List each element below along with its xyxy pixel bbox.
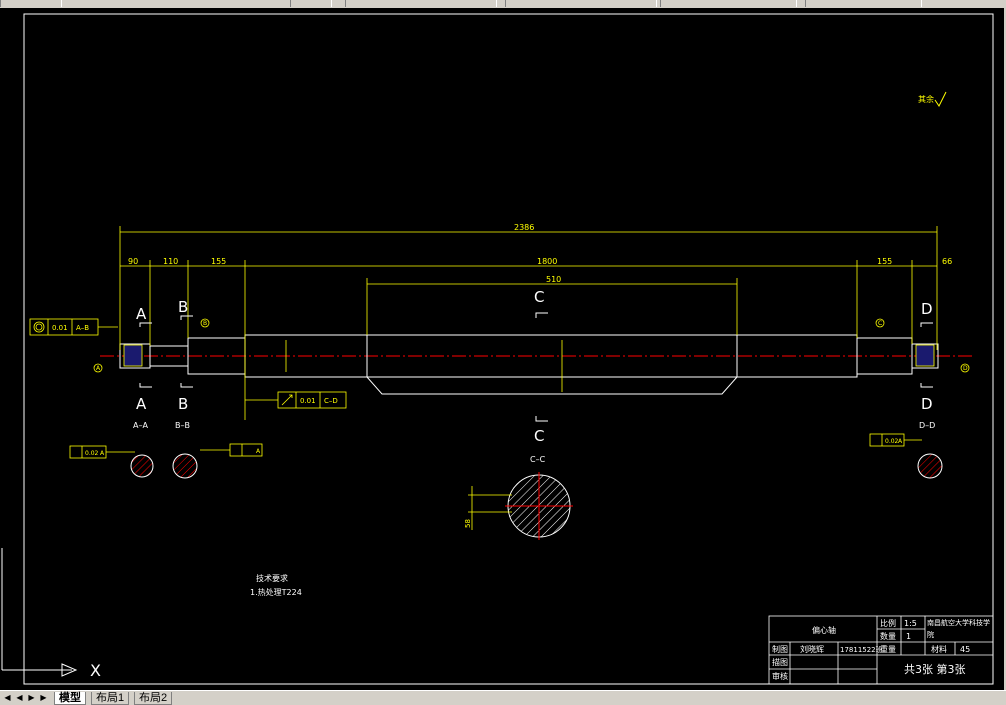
dim-66: 66 bbox=[942, 257, 952, 266]
ucs-x-label: X bbox=[90, 661, 101, 680]
keyway-right bbox=[915, 344, 935, 367]
section-d-bottom: D bbox=[921, 395, 933, 413]
prev-tab-button[interactable]: ◀ bbox=[14, 692, 25, 703]
tb-qty-label: 数量 bbox=[880, 631, 896, 641]
dim-overall: 2386 bbox=[514, 223, 534, 232]
first-tab-button[interactable]: ◀ bbox=[2, 692, 13, 703]
datum-c-letter: C bbox=[878, 320, 882, 327]
dim-90: 90 bbox=[128, 257, 138, 266]
toolbar-segment[interactable] bbox=[345, 0, 497, 7]
dim-155-left: 155 bbox=[211, 257, 226, 266]
toolbar-segment[interactable] bbox=[505, 0, 657, 7]
section-b-bottom: B bbox=[178, 395, 188, 413]
sym-mid-datum: A bbox=[256, 448, 261, 455]
tb-designer-label: 描图 bbox=[772, 657, 788, 667]
dim-155-right: 155 bbox=[877, 257, 892, 266]
tb-school-wrap: 南昌航空大学科技学院 bbox=[927, 619, 990, 639]
sym-right-datum: A bbox=[898, 438, 903, 445]
tb-scale-label: 比例 bbox=[880, 618, 896, 628]
tb-student-id: 17811522班 bbox=[840, 645, 883, 654]
tab-layout-2[interactable]: 布局2 bbox=[134, 692, 173, 705]
tb-drafter-label: 制图 bbox=[772, 644, 788, 654]
tb-school: 南昌航空大学科技学院 bbox=[927, 619, 990, 639]
next-tab-button[interactable]: ▶ bbox=[26, 692, 37, 703]
sym-left-value: 0.02 bbox=[85, 450, 99, 457]
dim-510: 510 bbox=[546, 275, 561, 284]
sym-right-value: 0.02 bbox=[885, 438, 899, 445]
tb-material-label: 材料 bbox=[931, 644, 947, 654]
roughness-symbol bbox=[934, 91, 947, 107]
runout-datum: C–D bbox=[324, 397, 338, 405]
cylindricity-frame bbox=[29, 318, 118, 336]
tb-qty-value: 1 bbox=[906, 632, 911, 641]
section-a-top: A bbox=[136, 305, 147, 323]
dim-58-lines bbox=[468, 486, 512, 530]
section-aa-circle bbox=[130, 454, 154, 478]
sym-left-datum: A bbox=[100, 450, 105, 457]
section-c-bottom: C bbox=[534, 427, 544, 445]
layout-tab-bar: ◀ ◀ ▶ ▶ 模型 布局1 布局2 bbox=[0, 690, 1006, 705]
dim-110: 110 bbox=[163, 257, 178, 266]
runout-value: 0.01 bbox=[300, 397, 316, 405]
toolbar-segment[interactable] bbox=[805, 0, 922, 7]
ucs-icon bbox=[1, 548, 78, 677]
last-tab-button[interactable]: ▶ bbox=[38, 692, 49, 703]
tab-model[interactable]: 模型 bbox=[54, 692, 86, 705]
view-bb-label: B–B bbox=[175, 421, 190, 430]
tb-scale-value: 1:5 bbox=[904, 619, 917, 628]
cyl-value: 0.01 bbox=[52, 324, 68, 332]
section-a-bottom: A bbox=[136, 395, 147, 413]
dim-58: 58 bbox=[464, 519, 472, 528]
tb-reviewer-label: 审核 bbox=[772, 671, 788, 681]
roughness-note: 其余 bbox=[918, 94, 934, 104]
tab-layout-1[interactable]: 布局1 bbox=[91, 692, 130, 705]
tb-part-name: 偏心轴 bbox=[812, 625, 836, 635]
tb-drafter-name: 刘晓辉 bbox=[800, 644, 824, 654]
section-c-top: C bbox=[534, 288, 544, 306]
view-cc-label: C–C bbox=[530, 455, 546, 464]
section-arrows bbox=[139, 312, 933, 422]
view-dd-label: D–D bbox=[919, 421, 935, 430]
notes-item-1: 1.热处理T224 bbox=[250, 587, 302, 597]
cyl-datum: A–B bbox=[76, 324, 89, 332]
toolbar-segment[interactable] bbox=[290, 0, 332, 7]
notes-heading: 技术要求 bbox=[256, 573, 288, 583]
toolbar-segment[interactable] bbox=[660, 0, 797, 7]
section-b-top: B bbox=[178, 298, 188, 316]
datum-b-letter: B bbox=[203, 320, 207, 327]
shaft-outline bbox=[119, 334, 939, 395]
drawing-frame bbox=[23, 13, 994, 685]
section-d-top: D bbox=[921, 300, 933, 318]
datum-d-letter: D bbox=[963, 365, 968, 372]
symmetry-frame-mid bbox=[200, 443, 263, 457]
dimension-lines bbox=[119, 226, 938, 420]
dim-1800: 1800 bbox=[537, 257, 557, 266]
cad-drawing: 其余 2386 90 110 155 1800 510 155 66 A A B… bbox=[1, 13, 994, 685]
section-dd-circle bbox=[917, 453, 943, 479]
drawing-canvas[interactable]: 其余 2386 90 110 155 1800 510 155 66 A A B… bbox=[0, 8, 1006, 690]
tb-sheet-info: 共3张 第3张 bbox=[904, 662, 966, 676]
toolbar-segment[interactable] bbox=[0, 0, 62, 7]
section-bb-circle bbox=[172, 453, 198, 479]
tb-material-value: 45 bbox=[960, 645, 970, 654]
view-aa-label: A–A bbox=[133, 421, 148, 430]
keyway-left bbox=[123, 344, 143, 367]
